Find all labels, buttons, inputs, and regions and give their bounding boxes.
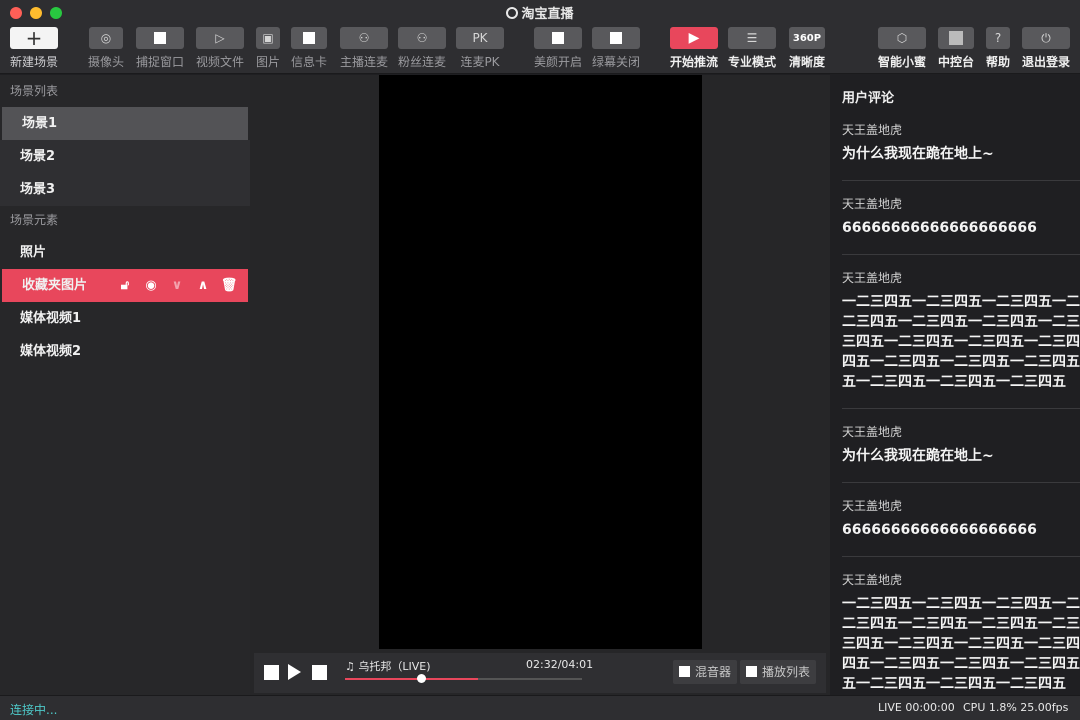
element-item[interactable]: 媒体视频2: [0, 335, 250, 368]
scene-item[interactable]: 场景3: [0, 173, 250, 206]
layers-icon: ☰: [746, 31, 758, 45]
pro-mode-button[interactable]: ☰ 专业模式: [727, 27, 777, 70]
start-stream-button[interactable]: ▶ 开始推流: [669, 27, 719, 70]
assistant-button[interactable]: ⬡ 智能小蜜: [877, 27, 927, 70]
comment-text: 一二三四五一二三四五一二三四五一二 二三四五一二三四五一二三四五一二三 三四五一…: [842, 596, 1080, 692]
trash-icon[interactable]: 🗑︎: [216, 269, 242, 302]
play-icon: ▶: [688, 30, 700, 46]
comment-user: 天王盖地虎: [842, 573, 903, 587]
camera-button[interactable]: ◎ 摄像头: [83, 27, 129, 70]
comments-list: 天王盖地虎 为什么我现在跪在地上~ 天王盖地虎 6666666666666666…: [842, 121, 1080, 695]
live-timer: LIVE 00:00:00: [878, 701, 955, 714]
video-file-button[interactable]: ▷ 视频文件: [193, 27, 247, 70]
eye-icon[interactable]: ◉: [138, 269, 164, 302]
scene-list-title: 场景列表: [0, 75, 250, 107]
comment-text: 为什么我现在跪在地上~: [842, 146, 994, 162]
comment-text: 一二三四五一二三四五一二三四五一二 二三四五一二三四五一二三四五一二三 三四五一…: [842, 294, 1080, 390]
comments-title: 用户评论: [842, 91, 895, 106]
comment-user: 天王盖地虎: [842, 499, 903, 513]
taobao-live-logo-icon: [506, 7, 519, 19]
new-scene-button[interactable]: + 新建场景: [10, 26, 58, 70]
console-icon: [949, 31, 963, 45]
info-card-icon: [303, 32, 315, 44]
status-bar: 连接中... LIVE 00:00:00 CPU 1.8% 25.00fps: [0, 695, 1080, 720]
play-icon: ▷: [215, 31, 225, 45]
mixer-button[interactable]: 混音器: [673, 660, 738, 684]
left-panel: 场景列表 场景1 场景2 场景3 场景元素 照片 收藏夹图片 🔓︎ ◉ ∨ ∧ …: [0, 75, 250, 695]
pk-icon: PK: [472, 31, 488, 45]
resolution-button[interactable]: 360P 清晰度: [788, 27, 826, 70]
comment-item: 天王盖地虎 66666666666666666666: [842, 195, 1080, 255]
plus-icon: +: [25, 26, 43, 50]
progress-knob[interactable]: [416, 674, 426, 683]
image-button[interactable]: ▣ 图片: [255, 27, 281, 70]
resolution-badge: 360P: [792, 32, 822, 44]
toolbar: 淘宝直播 + 新建场景 ◎ 摄像头 捕捉窗口 ▷ 视频文件 ▣ 图片 信息卡 ⚇…: [0, 0, 1080, 74]
play-button[interactable]: [288, 664, 301, 680]
comment-user: 天王盖地虎: [842, 425, 903, 439]
comment-item: 天王盖地虎 66666666666666666666: [842, 497, 1080, 557]
beauty-icon: [552, 32, 564, 44]
person-icon: ⚇: [416, 31, 428, 45]
connect-pk-button[interactable]: PK 连麦PK: [455, 27, 505, 70]
console-button[interactable]: 中控台: [937, 27, 975, 70]
scene-elements-title: 场景元素: [0, 206, 250, 236]
window-title: 淘宝直播: [0, 3, 1080, 22]
power-icon: ⏻: [1041, 30, 1051, 45]
lock-icon[interactable]: 🔓︎: [112, 269, 138, 302]
comment-item: 天王盖地虎 为什么我现在跪在地上~: [842, 423, 1080, 483]
chevron-down-icon[interactable]: ∨: [164, 269, 190, 302]
comment-text: 为什么我现在跪在地上~: [842, 448, 994, 464]
image-icon: ▣: [262, 31, 274, 45]
stream-preview[interactable]: [379, 75, 702, 649]
element-actions: 🔓︎ ◉ ∨ ∧ 🗑︎: [112, 269, 242, 302]
comment-text: 66666666666666666666: [842, 522, 1037, 538]
greenscreen-icon: [610, 32, 622, 44]
music-player: ♫ 乌托邦（LIVE) 02:32/04:01 混音器 播放列表: [254, 653, 826, 693]
info-card-button[interactable]: 信息卡: [290, 27, 328, 70]
music-icon: ♫: [345, 660, 359, 673]
camera-icon: ◎: [100, 31, 112, 45]
progress-fill: [345, 678, 478, 680]
comment-user: 天王盖地虎: [842, 123, 903, 137]
fan-connect-button[interactable]: ⚇ 粉丝连麦: [397, 27, 447, 70]
element-item-selected[interactable]: 收藏夹图片 🔓︎ ◉ ∨ ∧ 🗑︎: [2, 269, 248, 302]
connection-status: 连接中...: [10, 703, 58, 717]
playlist-button[interactable]: 播放列表: [740, 660, 817, 684]
cpu-fps: CPU 1.8% 25.00fps: [963, 701, 1069, 714]
person-link-icon: ⚇: [358, 31, 370, 45]
comment-item: 天王盖地虎 为什么我现在跪在地上~: [842, 121, 1080, 181]
comment-user: 天王盖地虎: [842, 271, 903, 285]
element-item[interactable]: 媒体视频1: [0, 302, 250, 335]
chevron-up-icon[interactable]: ∧: [190, 269, 216, 302]
comment-item: 天王盖地虎 一二三四五一二三四五一二三四五一二 二三四五一二三四五一二三四五一二…: [842, 571, 1080, 695]
robot-icon: ⬡: [896, 31, 908, 45]
anchor-connect-button[interactable]: ⚇ 主播连麦: [339, 27, 389, 70]
element-label: 收藏夹图片: [22, 278, 88, 293]
element-item[interactable]: 照片: [0, 236, 250, 269]
stop-button[interactable]: [264, 665, 279, 680]
scene-item[interactable]: 场景1: [2, 107, 248, 140]
greenscreen-toggle-button[interactable]: 绿幕关闭: [591, 27, 641, 70]
comment-item: 天王盖地虎 一二三四五一二三四五一二三四五一二 二三四五一二三四五一二三四五一二…: [842, 269, 1080, 409]
logout-button[interactable]: ⏻ 退出登录: [1021, 27, 1071, 70]
help-button[interactable]: ? 帮助: [985, 27, 1011, 70]
help-icon: ?: [994, 31, 1002, 45]
capture-window-button[interactable]: 捕捉窗口: [133, 27, 187, 70]
capture-window-icon: [154, 32, 166, 44]
song-time: 02:32/04:01: [526, 658, 594, 671]
next-button[interactable]: [312, 665, 327, 680]
beauty-toggle-button[interactable]: 美颜开启: [533, 27, 583, 70]
progress-track[interactable]: [345, 674, 582, 683]
scene-item[interactable]: 场景2: [0, 140, 250, 173]
comment-text: 66666666666666666666: [842, 220, 1037, 236]
center-panel: ♫ 乌托邦（LIVE) 02:32/04:01 混音器 播放列表: [250, 75, 830, 695]
song-title: ♫ 乌托邦（LIVE): [345, 660, 431, 673]
comment-user: 天王盖地虎: [842, 197, 903, 211]
comments-panel: 用户评论 天王盖地虎 为什么我现在跪在地上~ 天王盖地虎 66666666666…: [830, 75, 1080, 695]
